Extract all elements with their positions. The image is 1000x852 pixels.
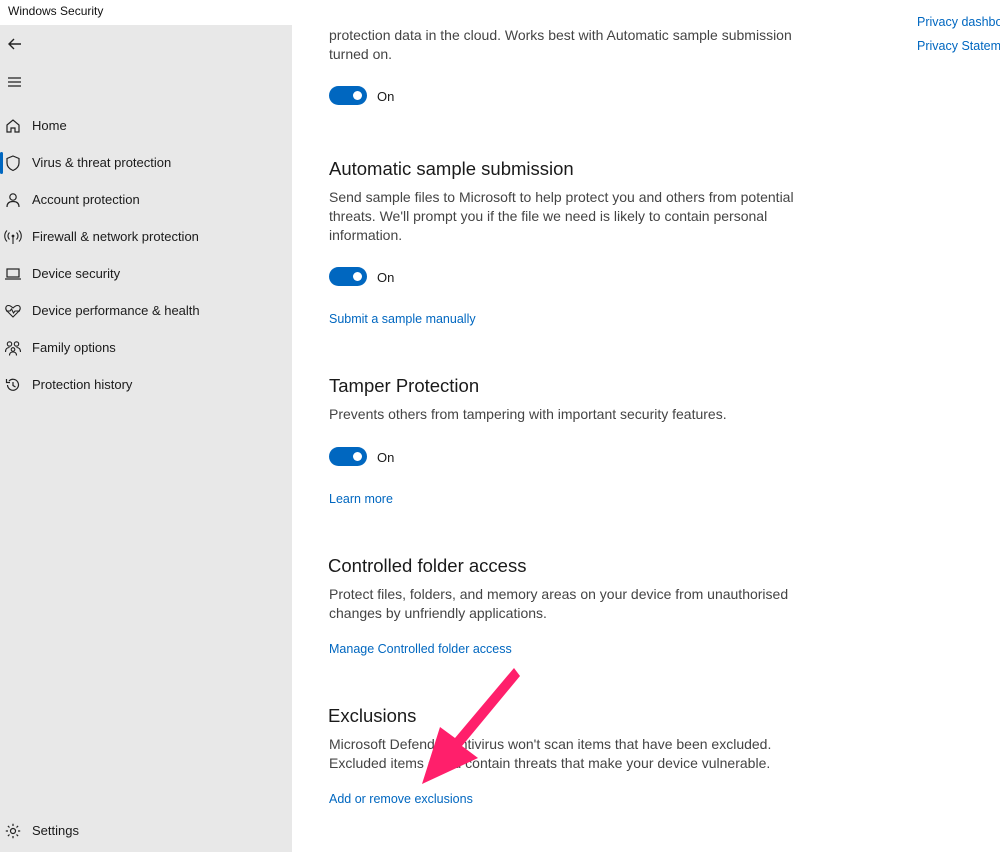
privacy-statement-link[interactable]: Privacy Statem xyxy=(917,39,1000,53)
sidebar-item-account-protection[interactable]: Account protection xyxy=(0,183,292,217)
exclusions-description: Microsoft Defender Antivirus won't scan … xyxy=(329,736,772,771)
cloud-protection-description: protection data in the cloud. Works best… xyxy=(329,27,792,62)
family-icon xyxy=(4,341,22,356)
sidebar-item-label: Device performance & health xyxy=(32,303,200,318)
sample-submission-toggle[interactable] xyxy=(329,267,367,286)
heart-pulse-icon xyxy=(5,304,21,318)
submit-sample-link[interactable]: Submit a sample manually xyxy=(329,312,476,326)
history-icon xyxy=(5,378,20,391)
sidebar-item-family-options[interactable]: Family options xyxy=(0,331,292,365)
sidebar-item-label: Account protection xyxy=(32,192,140,207)
sidebar-item-label: Family options xyxy=(32,340,116,355)
back-button[interactable] xyxy=(4,33,26,55)
hamburger-icon xyxy=(8,77,21,87)
sidebar-item-label: Firewall & network protection xyxy=(32,229,199,244)
tamper-protection-description: Prevents others from tampering with impo… xyxy=(329,406,727,422)
title-bar: Windows Security xyxy=(0,0,1000,25)
controlled-folder-description: Protect files, folders, and memory areas… xyxy=(329,586,789,621)
window-title: Windows Security xyxy=(8,4,104,18)
exclusions-heading: Exclusions xyxy=(328,705,417,726)
gear-icon xyxy=(5,823,21,839)
sidebar-item-device-security[interactable]: Device security xyxy=(0,257,292,291)
main-content: Privacy dashbo Privacy Statem protection… xyxy=(292,15,1000,852)
sidebar-item-label: Home xyxy=(32,118,67,133)
cloud-protection-toggle-label: On xyxy=(377,89,395,104)
controlled-folder-heading: Controlled folder access xyxy=(328,555,527,576)
sample-submission-description: Send sample files to Microsoft to help p… xyxy=(329,189,794,243)
sidebar-item-protection-history[interactable]: Protection history xyxy=(0,368,292,402)
manage-controlled-folder-link[interactable]: Manage Controlled folder access xyxy=(329,642,512,656)
sidebar-item-label: Virus & threat protection xyxy=(32,155,172,170)
sidebar-item-settings[interactable]: Settings xyxy=(0,814,292,848)
tamper-protection-heading: Tamper Protection xyxy=(329,375,480,396)
sidebar-item-label: Protection history xyxy=(32,377,133,392)
arrow-left-icon xyxy=(8,38,21,50)
toggle-knob xyxy=(353,272,362,281)
home-icon xyxy=(6,119,20,133)
learn-more-link[interactable]: Learn more xyxy=(329,492,393,506)
antenna-icon xyxy=(4,230,22,244)
toggle-knob xyxy=(353,452,362,461)
sidebar-item-device-performance[interactable]: Device performance & health xyxy=(0,294,292,328)
sidebar-item-label: Device security xyxy=(32,266,121,281)
shield-icon xyxy=(6,155,20,172)
sidebar-item-label: Settings xyxy=(32,823,79,838)
cloud-protection-toggle[interactable] xyxy=(329,86,367,105)
menu-button[interactable] xyxy=(4,71,26,93)
sidebar: Home Virus & threat protection Account p… xyxy=(0,25,292,852)
add-remove-exclusions-link[interactable]: Add or remove exclusions xyxy=(329,792,473,806)
sample-submission-heading: Automatic sample submission xyxy=(329,158,574,179)
toggle-knob xyxy=(353,91,362,100)
laptop-icon xyxy=(5,268,21,280)
privacy-dashboard-link[interactable]: Privacy dashbo xyxy=(917,15,1000,29)
tamper-protection-toggle-label: On xyxy=(377,450,395,465)
sidebar-item-firewall[interactable]: Firewall & network protection xyxy=(0,220,292,254)
person-icon xyxy=(6,193,20,208)
sidebar-item-home[interactable]: Home xyxy=(0,109,292,143)
sample-submission-toggle-label: On xyxy=(377,270,395,285)
tamper-protection-toggle[interactable] xyxy=(329,447,367,466)
sidebar-item-virus-threat-protection[interactable]: Virus & threat protection xyxy=(0,146,292,180)
